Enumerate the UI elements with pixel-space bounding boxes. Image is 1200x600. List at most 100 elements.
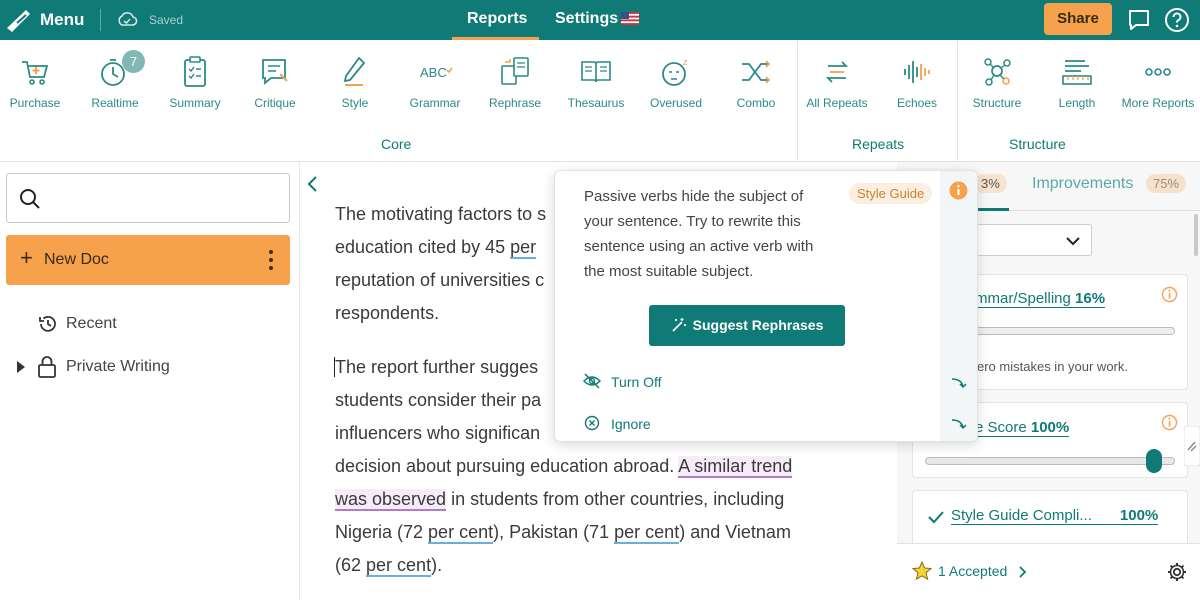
cloud-saved-icon [118, 12, 138, 26]
realtime-count-badge: 7 [122, 50, 145, 73]
slider-thumb[interactable] [1146, 449, 1162, 473]
tool-purchase[interactable]: Purchase [0, 54, 75, 110]
sleepy-face-icon: z [662, 57, 688, 86]
divider [100, 9, 101, 31]
checkmark-icon [928, 511, 944, 524]
history-icon [39, 315, 56, 332]
group-label-structure: Structure [1009, 136, 1066, 152]
card-title[interactable]: e Score 100% [975, 419, 1070, 437]
popup-message: Passive verbs hide the subject of your s… [584, 188, 814, 280]
info-icon[interactable] [1161, 286, 1178, 303]
accepted-link[interactable]: 1 Accepted [938, 563, 1007, 579]
info-icon[interactable] [949, 181, 968, 200]
pen-icon [343, 56, 366, 86]
card-title[interactable]: mmar/Spelling 16% [975, 290, 1106, 308]
filter-dropdown[interactable] [960, 224, 1092, 256]
share-button[interactable]: Share [1044, 3, 1112, 35]
critique-icon [262, 59, 288, 85]
us-flag-icon[interactable] [621, 12, 639, 25]
ignore-icon [584, 415, 600, 431]
tool-thesaurus[interactable]: Thesaurus [556, 54, 636, 110]
tool-structure[interactable]: Structure [957, 54, 1037, 110]
abc-icon: ABC [420, 65, 453, 80]
apply-arrow-icon[interactable] [951, 376, 967, 390]
search-icon [20, 189, 40, 209]
star-icon [912, 561, 932, 581]
gear-icon[interactable] [1166, 561, 1188, 583]
ruler-icon [1062, 60, 1092, 85]
expand-triangle-icon[interactable] [16, 361, 26, 373]
text-line: (62 per cent). [335, 555, 443, 577]
chevron-down-icon [1066, 237, 1080, 246]
ignore-button[interactable]: Ignore [611, 416, 651, 432]
score-badge: 3% [974, 174, 1007, 193]
svg-text:z: z [683, 57, 688, 67]
improvements-badge: 75% [1146, 174, 1187, 193]
cart-icon [22, 61, 49, 85]
tool-style[interactable]: Style [315, 54, 395, 110]
plus-icon: + [20, 245, 33, 270]
progress-bar [925, 457, 1175, 465]
prowritingaid-logo-icon[interactable] [4, 6, 34, 34]
style-suggestion-highlight[interactable]: per cent [366, 555, 432, 577]
text-line: was observed in students from other coun… [335, 489, 785, 511]
style-guide-badge[interactable]: Style Guide [849, 183, 933, 204]
sidebar-item-private-writing[interactable]: Private Writing [66, 358, 170, 376]
reports-toolbar: Purchase Realtime Summary Critique Style [0, 40, 1200, 162]
tool-summary[interactable]: Summary [155, 54, 235, 110]
repeat-arrows-icon [825, 61, 849, 83]
top-bar: Menu Saved Reports Settings Share [0, 0, 1200, 40]
rephrase-icon [501, 57, 529, 85]
style-guide-compliance-card[interactable]: Style Guide Compli... 100% [912, 490, 1188, 550]
svg-text:ABC: ABC [420, 65, 447, 80]
shuffle-icon [742, 60, 771, 84]
structure-icon [984, 58, 1011, 86]
passive-voice-highlight[interactable]: A similar trend [678, 456, 793, 478]
sound-wave-icon [904, 61, 930, 83]
new-doc-label: New Doc [44, 251, 109, 268]
tool-grammar[interactable]: ABC Grammar [395, 54, 475, 110]
apply-arrow-icon[interactable] [951, 417, 967, 431]
popup-side-strip [940, 171, 977, 441]
tool-echoes[interactable]: Echoes [877, 54, 957, 110]
clipboard-icon [184, 56, 206, 87]
tool-length[interactable]: Length [1037, 54, 1117, 110]
more-dots-icon [1145, 68, 1171, 76]
text-line: decision about pursuing education abroad… [335, 456, 793, 478]
style-suggestion-highlight[interactable]: per cent [428, 522, 494, 544]
tool-more-reports[interactable]: More Reports [1118, 54, 1198, 110]
tab-improvements[interactable]: Improvements [1032, 175, 1133, 193]
text-line: Nigeria (72 per cent), Pakistan (71 per … [335, 522, 791, 544]
card-title[interactable]: Style Guide Compli... 100% [951, 507, 1159, 525]
tab-settings[interactable]: Settings [555, 10, 618, 28]
new-doc-button[interactable]: + New Doc [6, 235, 290, 285]
group-label-core: Core [381, 136, 412, 152]
tab-reports[interactable]: Reports [467, 10, 527, 28]
book-icon [581, 61, 611, 83]
style-suggestion-highlight[interactable]: per cent [614, 522, 680, 544]
tool-overused[interactable]: z Overused [636, 54, 716, 110]
menu-button[interactable]: Menu [40, 10, 84, 30]
magic-wand-icon [672, 318, 686, 332]
chevron-left-icon[interactable] [303, 173, 323, 195]
eye-off-icon [583, 373, 601, 389]
progress-bar [975, 327, 1175, 335]
search-input[interactable] [6, 173, 290, 223]
comment-icon[interactable] [1127, 8, 1151, 32]
group-label-repeats: Repeats [852, 136, 905, 152]
tool-rephrase[interactable]: Rephrase [475, 54, 555, 110]
chevron-right-icon[interactable] [1018, 565, 1028, 579]
sidebar-item-recent[interactable]: Recent [66, 315, 117, 333]
tool-combo[interactable]: Combo [716, 54, 796, 110]
style-suggestion-highlight[interactable]: per [510, 237, 537, 259]
collapse-panel-icon[interactable] [1184, 426, 1200, 466]
tool-critique[interactable]: Critique [235, 54, 315, 110]
suggest-rephrases-button[interactable]: Suggest Rephrases [649, 305, 845, 346]
scrollbar[interactable] [1194, 214, 1198, 256]
turn-off-button[interactable]: Turn Off [611, 374, 662, 390]
info-icon[interactable] [1161, 414, 1178, 431]
tool-all-repeats[interactable]: All Repeats [797, 54, 877, 110]
help-icon[interactable] [1164, 7, 1190, 33]
passive-voice-highlight[interactable]: was observed [335, 489, 447, 511]
more-options-icon[interactable] [268, 248, 274, 272]
